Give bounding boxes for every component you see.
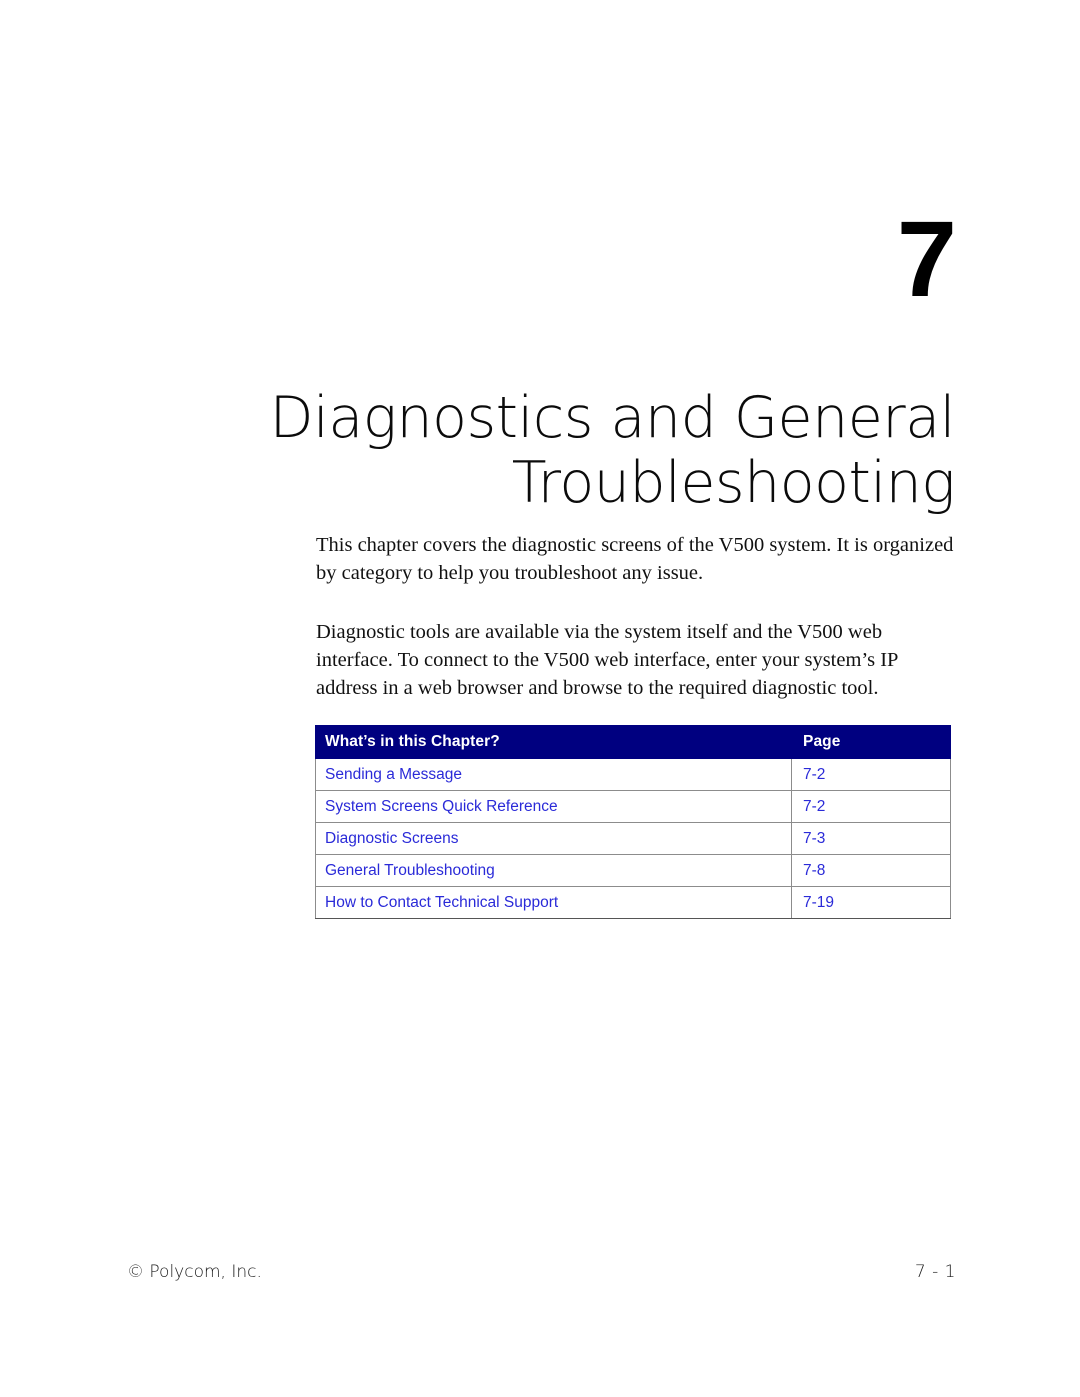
table-cell-page[interactable]: 7-3 — [791, 822, 951, 855]
table-cell-topic[interactable]: General Troubleshooting — [315, 854, 792, 887]
table-cell-page[interactable]: 7-8 — [791, 854, 951, 887]
toc-link-diagnostic-screens[interactable]: Diagnostic Screens — [325, 830, 459, 847]
intro-paragraph-2: Diagnostic tools are available via the s… — [316, 620, 898, 700]
document-page: 7 Diagnostics and General Troubleshootin… — [0, 0, 1080, 1397]
table-header-row: What’s in this Chapter? Page — [315, 725, 951, 759]
table-row[interactable]: How to Contact Technical Support 7-19 — [315, 886, 951, 919]
table-cell-topic[interactable]: System Screens Quick Reference — [315, 790, 792, 823]
toc-link-sending-a-message[interactable]: Sending a Message — [325, 766, 462, 783]
toc-link-how-to-contact-technical-support[interactable]: How to Contact Technical Support — [325, 894, 558, 911]
table-cell-topic[interactable]: How to Contact Technical Support — [315, 886, 792, 919]
chapter-number: 7 — [896, 198, 957, 319]
table-cell-page[interactable]: 7-19 — [791, 886, 951, 919]
table-body: Sending a Message 7-2 System Screens Qui… — [315, 758, 951, 919]
table-row[interactable]: Diagnostic Screens 7-3 — [315, 822, 951, 855]
table-row[interactable]: System Screens Quick Reference 7-2 — [315, 790, 951, 823]
chapter-title-line-1: Diagnostics and General — [269, 385, 956, 452]
toc-link-general-troubleshooting[interactable]: General Troubleshooting — [325, 862, 495, 879]
chapter-title-line-2: Troubleshooting — [511, 450, 956, 517]
page-title: Diagnostics and General Troubleshooting — [195, 385, 956, 517]
column-header-page: Page — [791, 725, 951, 759]
intro-paragraph-1: This chapter covers the diagnostic scree… — [316, 534, 954, 585]
table-cell-page[interactable]: 7-2 — [791, 790, 951, 823]
table-cell-topic[interactable]: Diagnostic Screens — [315, 822, 792, 855]
table-cell-page[interactable]: 7-2 — [791, 758, 951, 791]
table-row[interactable]: General Troubleshooting 7-8 — [315, 854, 951, 887]
chapter-contents-table: What’s in this Chapter? Page Sending a M… — [315, 725, 951, 919]
chapter-intro: This chapter covers the diagnostic scree… — [316, 531, 956, 702]
table-row[interactable]: Sending a Message 7-2 — [315, 758, 951, 791]
page-footer: © Polycom, Inc. 7 - 1 — [127, 1262, 956, 1288]
toc-link-system-screens-quick-reference[interactable]: System Screens Quick Reference — [325, 798, 558, 815]
table-cell-topic[interactable]: Sending a Message — [315, 758, 792, 791]
footer-copyright: © Polycom, Inc. — [127, 1262, 262, 1282]
column-header-topic: What’s in this Chapter? — [315, 725, 792, 759]
footer-page-number: 7 - 1 — [914, 1262, 956, 1282]
